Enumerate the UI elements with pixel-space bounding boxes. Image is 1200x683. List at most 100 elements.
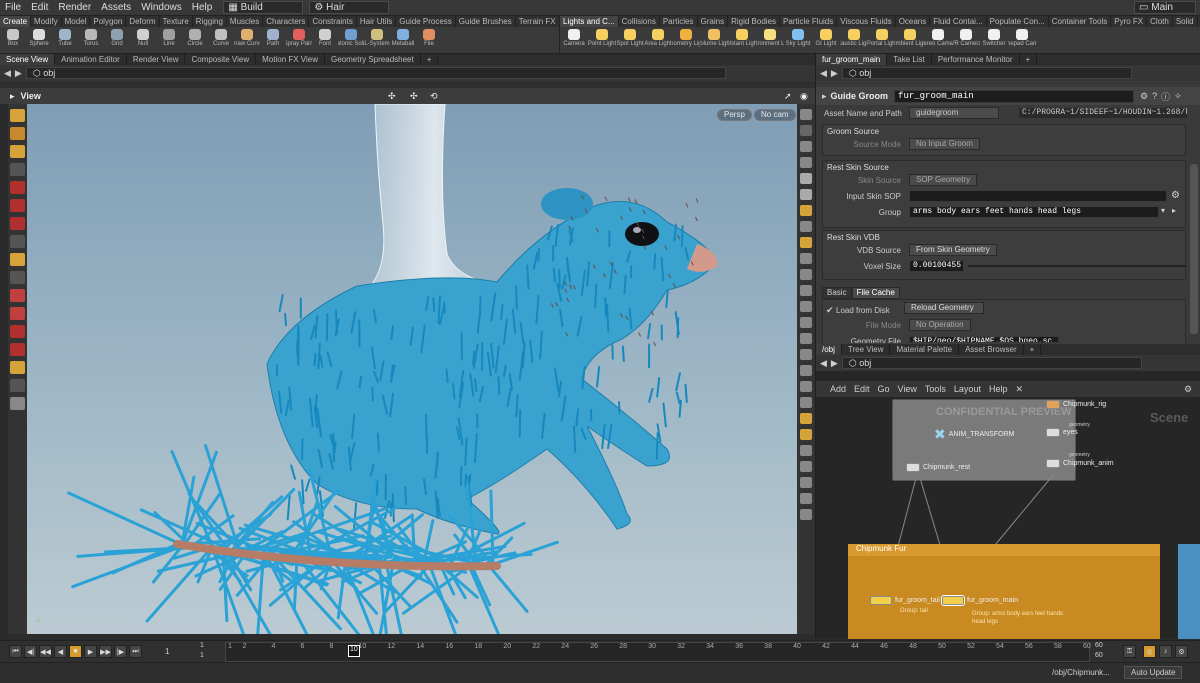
light-tool-2[interactable]: Spot Light — [616, 27, 644, 53]
right-tool-icon-13[interactable] — [800, 317, 812, 328]
tools-icon[interactable]: ✧ — [1174, 91, 1182, 102]
light-tool-1[interactable]: Point Light — [588, 27, 616, 53]
info-icon[interactable]: ⓘ — [1161, 90, 1170, 103]
shelf-tab-right-6[interactable]: Viscous Fluids — [837, 16, 896, 27]
left-tool-icon-0[interactable] — [10, 109, 25, 122]
step-back-icon[interactable]: ◀◀ — [39, 645, 52, 658]
tool-16[interactable]: File — [416, 27, 442, 53]
left-tool-icon-7[interactable] — [10, 235, 25, 248]
shelf-tab-0[interactable]: Create — [0, 16, 32, 27]
shelf-tab-7[interactable]: Muscles — [227, 16, 264, 27]
menu-file[interactable]: File — [0, 2, 26, 13]
key-icon[interactable]: ⚿ — [1123, 645, 1136, 658]
light-tool-13[interactable]: Stereo Camera — [924, 27, 952, 53]
prev-key-icon[interactable]: ◀| — [24, 645, 37, 658]
tool-2[interactable]: Tube — [52, 27, 78, 53]
right-tool-icon-19[interactable] — [800, 413, 812, 424]
tab-tree-view[interactable]: Tree View — [842, 344, 891, 355]
light-tool-10[interactable]: Caustic Light — [840, 27, 868, 53]
light-tool-6[interactable]: Distant Light — [728, 27, 756, 53]
stop-icon[interactable]: ■ — [69, 645, 82, 658]
realtime-icon[interactable]: ◎ — [1143, 645, 1156, 658]
context-select[interactable]: ⚙ Hair — [309, 1, 390, 14]
voxel-size-field[interactable]: 0.00100455 — [909, 260, 964, 272]
right-tool-icon-1[interactable] — [800, 125, 812, 136]
range-start-a[interactable]: 1 — [200, 642, 204, 649]
right-tool-icon-23[interactable] — [800, 477, 812, 488]
asset-name-select[interactable]: guidegroom — [909, 107, 999, 119]
tab-material-palette[interactable]: Material Palette — [890, 344, 960, 355]
param-back-icon[interactable]: ◀ — [820, 68, 827, 79]
geometry-file-field[interactable]: $HIP/geo/$HIPNAME.$OS.bgeo.sc — [909, 336, 1059, 343]
tool-9[interactable]: Draw Curve — [234, 27, 260, 53]
menu-help[interactable]: Help — [187, 2, 218, 13]
shelf-tab-right-8[interactable]: Fluid Contai... — [930, 16, 987, 27]
subtab-basic[interactable]: Basic — [822, 287, 852, 299]
light-tool-0[interactable]: Camera — [560, 27, 588, 53]
tab-scene-view[interactable]: Scene View — [0, 54, 56, 65]
right-tool-icon-9[interactable] — [800, 253, 812, 264]
range-start-b[interactable]: 1 — [200, 652, 204, 659]
shelf-tab-2[interactable]: Model — [62, 16, 91, 27]
light-tool-8[interactable]: Sky Light — [784, 27, 812, 53]
right-tool-icon-20[interactable] — [800, 429, 812, 440]
shelf-tab-3[interactable]: Polygon — [90, 16, 127, 27]
left-tool-icon-9[interactable] — [10, 271, 25, 284]
light-tool-7[interactable]: Environment Light — [756, 27, 784, 53]
left-tool-icon-11[interactable] — [10, 307, 25, 320]
tab-animation-editor[interactable]: Animation Editor — [55, 54, 127, 65]
tab-take-list[interactable]: Take List — [887, 54, 932, 65]
menu-windows[interactable]: Windows — [136, 2, 187, 13]
left-tool-icon-13[interactable] — [10, 343, 25, 356]
shelf-tab-right-13[interactable]: Solid — [1173, 16, 1198, 27]
global-anim-icon[interactable]: ⚙ — [1175, 645, 1188, 658]
tab-composite-view[interactable]: Composite View — [185, 54, 257, 65]
shelf-tab-right-2[interactable]: Particles — [660, 16, 698, 27]
timeline-ruler[interactable]: 1 2 4 6 8 10 12 14 16 18 20 22 24 26 28 30 32 34 36 38 40 42 4… — [225, 642, 1091, 662]
shelf-tab-right-5[interactable]: Particle Fluids — [780, 16, 838, 27]
param-path-field[interactable]: ⬡ obj — [841, 67, 1132, 79]
range-end-a[interactable]: 60 — [1095, 642, 1103, 649]
range-end-b[interactable]: 60 — [1095, 652, 1103, 659]
node-chipmunk-anim[interactable]: Chipmunk_anim — [1046, 459, 1114, 468]
left-tool-icon-6[interactable] — [10, 217, 25, 230]
next-key-icon[interactable]: |▶ — [114, 645, 127, 658]
help-icon[interactable]: ? — [1152, 91, 1157, 101]
right-tool-icon-8[interactable] — [800, 237, 812, 248]
right-tool-icon-14[interactable] — [800, 333, 812, 344]
tool-15[interactable]: Metaball — [390, 27, 416, 53]
tool-5[interactable]: Null — [130, 27, 156, 53]
viewport-arrow-icon[interactable]: ➚ — [784, 91, 792, 102]
left-tool-icon-10[interactable] — [10, 289, 25, 302]
shelf-tab-1[interactable]: Modify — [31, 16, 62, 27]
viewport-pin-icon[interactable]: ◉ — [800, 91, 808, 102]
param-forward-icon[interactable]: ▶ — [831, 68, 838, 79]
left-tool-icon-14[interactable] — [10, 361, 25, 374]
shelf-tab-right-11[interactable]: Pyro FX — [1111, 16, 1148, 27]
reload-geometry-button[interactable]: Reload Geometry — [904, 302, 984, 314]
tool-11[interactable]: Spray Paint — [286, 27, 312, 53]
scene-path-field[interactable]: ⬡ obj — [25, 67, 726, 79]
light-tool-15[interactable]: Switcher — [980, 27, 1008, 53]
scene-viewport[interactable]: ⊥ Persp No cam — [27, 104, 797, 634]
network-menu-tools[interactable]: Tools — [925, 384, 946, 394]
light-tool-14[interactable]: VR Camera — [952, 27, 980, 53]
node-name-field[interactable]: fur_groom_main — [894, 89, 1135, 103]
right-tool-icon-24[interactable] — [800, 493, 812, 504]
light-tool-3[interactable]: Area Light — [644, 27, 672, 53]
tab-render-view[interactable]: Render View — [127, 54, 186, 65]
tool-3[interactable]: Torus — [78, 27, 104, 53]
left-tool-icon-3[interactable] — [10, 163, 25, 176]
tool-4[interactable]: Grid — [104, 27, 130, 53]
tab-geometry-spreadsheet[interactable]: Geometry Spreadsheet — [325, 54, 421, 65]
network-path-field[interactable]: ⬡ obj — [841, 357, 1142, 369]
light-tool-5[interactable]: Volume Light — [700, 27, 728, 53]
shelf-tab-right-12[interactable]: Cloth — [1147, 16, 1173, 27]
right-tool-icon-21[interactable] — [800, 445, 812, 456]
light-tool-12[interactable]: Ambient Light — [896, 27, 924, 53]
left-tool-icon-1[interactable] — [10, 127, 25, 140]
camera-button[interactable]: No cam — [754, 109, 796, 121]
view-menu-icon[interactable]: ▸ — [10, 91, 15, 102]
right-tool-icon-11[interactable] — [800, 285, 812, 296]
tab-asset-browser[interactable]: Asset Browser — [959, 344, 1024, 355]
